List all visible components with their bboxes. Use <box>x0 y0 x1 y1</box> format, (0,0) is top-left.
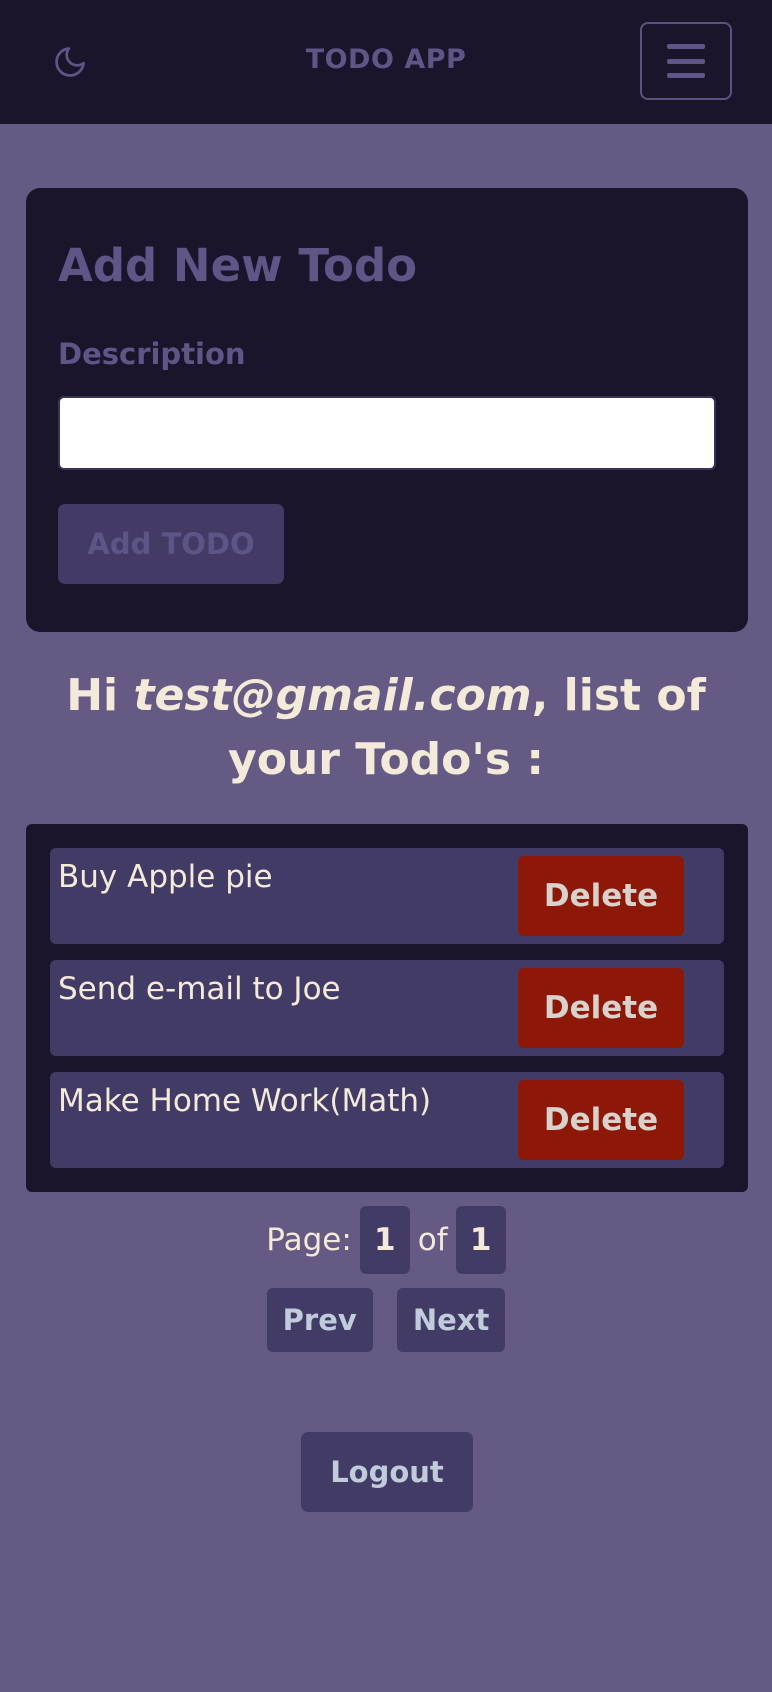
greeting-prefix: Hi <box>66 670 134 721</box>
description-label: Description <box>58 337 246 371</box>
logout-button[interactable]: Logout <box>301 1432 473 1512</box>
todo-text: Send e-mail to Joe <box>58 971 341 1007</box>
delete-button[interactable]: Delete <box>518 1080 684 1160</box>
current-page-number: 1 <box>359 1206 410 1274</box>
app-header: TODO APP <box>0 0 772 124</box>
todo-item: Buy Apple pie Delete <box>50 848 724 944</box>
greeting-heading: Hi test@gmail.com, list of your Todo's : <box>20 664 752 792</box>
pagination: Page: 1 of 1 <box>0 1206 772 1274</box>
next-page-button[interactable]: Next <box>396 1288 506 1352</box>
of-label: of <box>417 1222 448 1258</box>
menu-button[interactable] <box>640 22 732 100</box>
todo-item: Send e-mail to Joe Delete <box>50 960 724 1056</box>
hamburger-menu-icon <box>667 44 705 78</box>
add-todo-title: Add New Todo <box>58 239 418 292</box>
add-todo-button[interactable]: Add TODO <box>58 504 284 584</box>
todo-text: Make Home Work(Math) <box>58 1083 432 1119</box>
user-email: test@gmail.com <box>133 670 532 721</box>
delete-button[interactable]: Delete <box>518 856 684 936</box>
pagination-nav: Prev Next <box>0 1288 772 1352</box>
page-label: Page: <box>266 1222 352 1258</box>
description-input[interactable] <box>58 396 716 470</box>
todo-text: Buy Apple pie <box>58 859 273 895</box>
delete-button[interactable]: Delete <box>518 968 684 1048</box>
todo-list: Buy Apple pie Delete Send e-mail to Joe … <box>26 824 748 1192</box>
prev-page-button[interactable]: Prev <box>266 1288 373 1352</box>
total-pages-number: 1 <box>455 1206 506 1274</box>
add-todo-card: Add New Todo Description Add TODO <box>26 188 748 632</box>
todo-item: Make Home Work(Math) Delete <box>50 1072 724 1168</box>
